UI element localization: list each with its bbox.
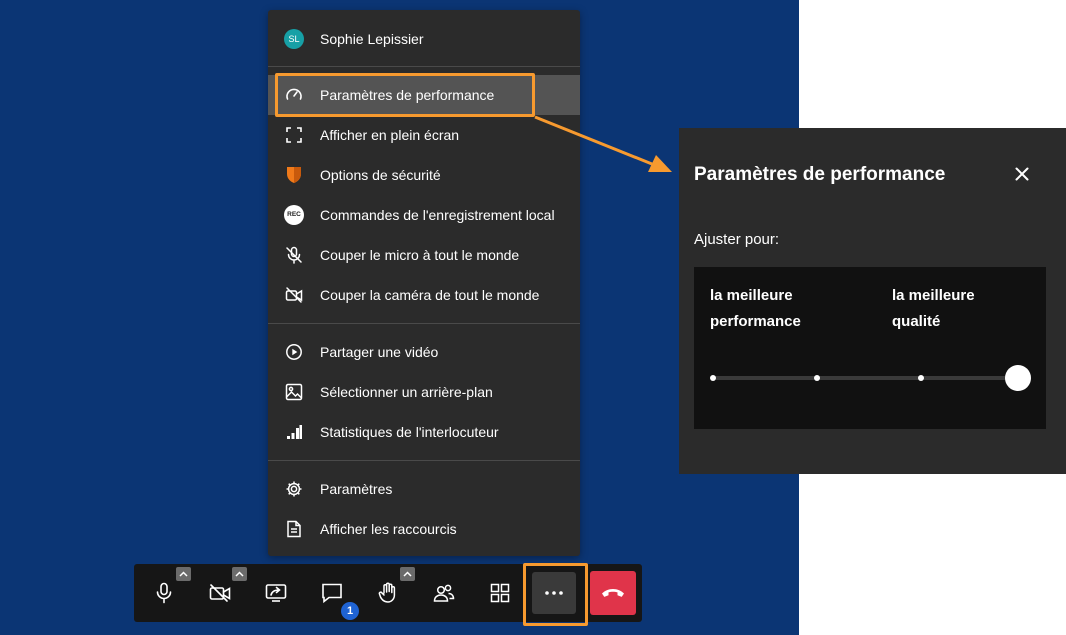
gear-icon <box>284 479 304 499</box>
reactions-options-caret[interactable] <box>400 567 415 581</box>
menu-separator <box>268 66 580 67</box>
participants-icon <box>433 584 455 602</box>
menu-item-label: Couper la caméra de tout le monde <box>320 287 540 303</box>
quality-slider-panel: la meilleure performance la meilleure qu… <box>694 267 1046 429</box>
menu-item-label: Couper le micro à tout le monde <box>320 247 520 263</box>
menu-item-fullscreen[interactable]: Afficher en plein écran <box>268 115 580 155</box>
stats-icon <box>284 422 304 442</box>
menu-item-label: Options de sécurité <box>320 167 441 183</box>
mic-off-icon <box>284 245 304 265</box>
chat-icon <box>322 583 342 604</box>
dialog-title: Paramètres de performance <box>694 164 946 185</box>
chevron-up-icon <box>235 571 244 577</box>
menu-item-label: Partager une vidéo <box>320 344 439 360</box>
slider-step-dot[interactable] <box>710 375 716 381</box>
menu-user-profile[interactable]: SL Sophie Lepissier <box>268 19 580 59</box>
grid-icon <box>490 583 510 603</box>
menu-item-speaker-stats[interactable]: Statistiques de l'interlocuteur <box>268 412 580 452</box>
highlight-more-actions <box>523 563 588 626</box>
highlight-performance-settings <box>275 73 535 117</box>
menu-separator <box>268 460 580 461</box>
microphone-options-caret[interactable] <box>176 567 191 581</box>
menu-item-label: Statistiques de l'interlocuteur <box>320 424 499 440</box>
chat-unread-badge: 1 <box>341 602 359 620</box>
tile-view-button[interactable] <box>478 572 522 614</box>
performance-settings-dialog: Paramètres de performance Ajuster pour: … <box>679 128 1066 474</box>
close-button[interactable] <box>1012 164 1032 184</box>
adjust-label: Ajuster pour: <box>694 231 780 248</box>
slider-step-dot[interactable] <box>814 375 820 381</box>
raise-hand-icon <box>378 582 396 603</box>
camera-off-icon <box>209 584 231 602</box>
menu-item-label: Sélectionner un arrière-plan <box>320 384 493 400</box>
menu-item-mute-everyone[interactable]: Couper le micro à tout le monde <box>268 235 580 275</box>
menu-item-label: Paramètres <box>320 481 393 497</box>
camera-off-icon <box>284 285 304 305</box>
menu-item-shortcuts[interactable]: Afficher les raccourcis <box>268 509 580 549</box>
quality-slider-handle[interactable] <box>1005 365 1031 391</box>
close-icon <box>1015 167 1029 181</box>
chevron-up-icon <box>179 571 188 577</box>
phone-hangup-icon <box>602 589 624 597</box>
fullscreen-icon <box>284 125 304 145</box>
quality-slider-track[interactable] <box>712 376 1018 380</box>
share-screen-icon <box>265 584 287 602</box>
menu-item-share-video[interactable]: Partager une vidéo <box>268 332 580 372</box>
document-icon <box>284 519 304 539</box>
rec-icon: REC <box>284 205 304 225</box>
play-icon <box>284 342 304 362</box>
menu-item-label: Afficher les raccourcis <box>320 521 457 537</box>
menu-item-settings[interactable]: Paramètres <box>268 469 580 509</box>
menu-item-label: Afficher en plein écran <box>320 127 460 143</box>
slider-label-performance: la meilleure performance <box>710 287 801 330</box>
share-screen-button[interactable] <box>254 572 298 614</box>
hangup-button[interactable] <box>590 571 636 615</box>
menu-item-security-options[interactable]: Options de sécurité <box>268 155 580 195</box>
microphone-icon <box>156 582 172 604</box>
chevron-up-icon <box>403 571 412 577</box>
image-icon <box>284 382 304 402</box>
shield-icon <box>284 165 304 185</box>
participants-button[interactable] <box>422 572 466 614</box>
menu-item-select-background[interactable]: Sélectionner un arrière-plan <box>268 372 580 412</box>
slider-step-dot[interactable] <box>918 375 924 381</box>
menu-separator <box>268 323 580 324</box>
slider-label-quality: la meilleure qualité <box>892 287 975 330</box>
menu-item-label: Commandes de l'enregistrement local <box>320 207 555 223</box>
user-name: Sophie Lepissier <box>320 31 424 47</box>
camera-options-caret[interactable] <box>232 567 247 581</box>
menu-item-mute-everyone-video[interactable]: Couper la caméra de tout le monde <box>268 275 580 315</box>
menu-item-local-recording[interactable]: REC Commandes de l'enregistrement local <box>268 195 580 235</box>
avatar: SL <box>284 29 304 49</box>
